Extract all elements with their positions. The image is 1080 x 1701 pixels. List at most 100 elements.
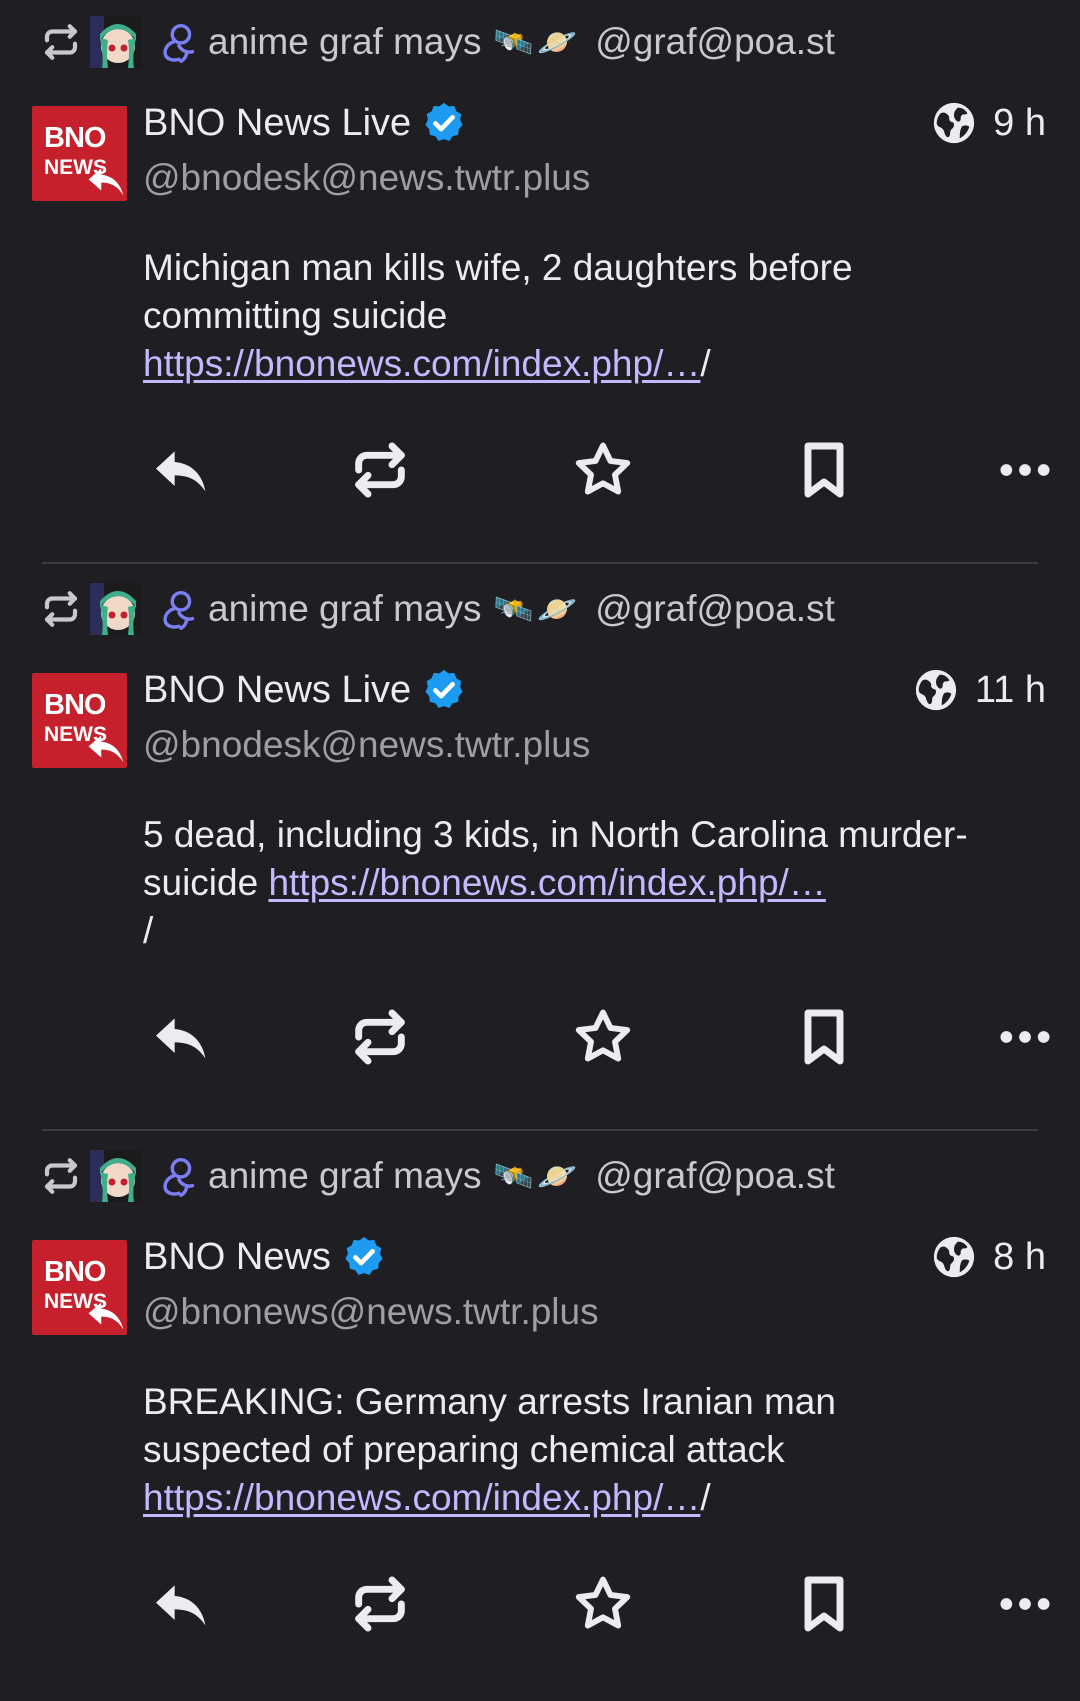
reply-icon bbox=[156, 1018, 206, 1059]
boost-header[interactable]: anime graf mays 🛰️ 🪐 @graf@poa.st bbox=[40, 1146, 835, 1206]
booster-name: anime graf mays bbox=[208, 21, 482, 62]
status-card[interactable]: anime graf mays 🛰️ 🪐 @graf@poa.st BNO NE… bbox=[0, 0, 1080, 567]
boost-icon bbox=[355, 442, 405, 498]
post-meta[interactable]: 11 h bbox=[913, 667, 1046, 713]
reply-button[interactable] bbox=[140, 997, 220, 1077]
favourite-button[interactable] bbox=[563, 997, 643, 1077]
author-handle[interactable]: @bnonews@news.twtr.plus bbox=[143, 1291, 599, 1333]
status-content: 5 dead, including 3 kids, in North Carol… bbox=[143, 811, 1043, 955]
status-content: BREAKING: Germany arrests Iranian man su… bbox=[143, 1378, 903, 1522]
satellite-emoji: 🛰️ bbox=[493, 1158, 534, 1194]
boost-icon bbox=[355, 1009, 405, 1065]
post-divider bbox=[42, 1129, 1038, 1131]
more-icon bbox=[1000, 1598, 1050, 1610]
verified-icon bbox=[425, 669, 463, 709]
planet-emoji: 🪐 bbox=[537, 591, 578, 627]
favourite-button[interactable] bbox=[563, 1564, 643, 1644]
favourite-icon bbox=[575, 442, 631, 495]
author-avatar[interactable]: BNO NEWS bbox=[32, 673, 127, 768]
avatar-logo-bno: BNO bbox=[44, 689, 106, 721]
action-bar bbox=[0, 997, 1080, 1077]
author-name-text: BNO News Live bbox=[143, 668, 412, 711]
boost-header[interactable]: anime graf mays 🛰️ 🪐 @graf@poa.st bbox=[40, 12, 835, 72]
status-trailing: / bbox=[700, 343, 711, 384]
author-handle[interactable]: @bnodesk@news.twtr.plus bbox=[143, 157, 590, 199]
reply-arrow-icon bbox=[88, 168, 124, 196]
verified-icon bbox=[425, 102, 463, 142]
author-name-text: BNO News bbox=[143, 1235, 331, 1278]
author-display-name[interactable]: BNO News Live bbox=[143, 667, 467, 713]
status-text: Michigan man kills wife, 2 daughters bef… bbox=[143, 247, 853, 336]
planet-emoji: 🪐 bbox=[537, 24, 578, 60]
post-meta[interactable]: 8 h bbox=[931, 1234, 1046, 1280]
boost-icon bbox=[44, 591, 78, 627]
satellite-emoji: 🛰️ bbox=[493, 591, 534, 627]
action-bar bbox=[0, 430, 1080, 510]
booster-name: anime graf mays bbox=[208, 588, 482, 629]
booster-handle: @graf@poa.st bbox=[595, 1155, 835, 1196]
author-handle[interactable]: @bnodesk@news.twtr.plus bbox=[143, 724, 590, 766]
globe-icon bbox=[915, 669, 956, 711]
reply-icon bbox=[156, 1585, 206, 1626]
avatar-logo-bno: BNO bbox=[44, 122, 106, 154]
post-time: 8 h bbox=[993, 1235, 1046, 1278]
post-time: 11 h bbox=[974, 668, 1046, 711]
satellite-emoji: 🛰️ bbox=[493, 24, 534, 60]
reply-arrow-icon bbox=[88, 1302, 124, 1330]
reply-icon bbox=[156, 451, 206, 492]
more-button[interactable] bbox=[985, 997, 1065, 1077]
favourite-icon bbox=[575, 1009, 631, 1062]
status-link[interactable]: https://bnonews.com/index.php/… bbox=[143, 343, 700, 384]
booster-name: anime graf mays bbox=[208, 1155, 482, 1196]
bookmark-icon bbox=[804, 442, 844, 498]
status-link[interactable]: https://bnonews.com/index.php/… bbox=[268, 862, 825, 903]
planet-emoji: 🪐 bbox=[537, 1158, 578, 1194]
post-meta[interactable]: 9 h bbox=[931, 100, 1046, 146]
boost-button[interactable] bbox=[340, 430, 420, 510]
reply-button[interactable] bbox=[140, 1564, 220, 1644]
reply-arrow-icon bbox=[88, 735, 124, 763]
author-display-name[interactable]: BNO News Live bbox=[143, 100, 467, 146]
booster-handle: @graf@poa.st bbox=[595, 21, 835, 62]
more-button[interactable] bbox=[985, 430, 1065, 510]
bookmark-button[interactable] bbox=[784, 430, 864, 510]
author-avatar[interactable]: BNO NEWS bbox=[32, 106, 127, 201]
action-bar bbox=[0, 1564, 1080, 1644]
bot-icon bbox=[163, 23, 195, 63]
booster-handle: @graf@poa.st bbox=[595, 588, 835, 629]
status-trailing: / bbox=[143, 910, 154, 951]
boost-header[interactable]: anime graf mays 🛰️ 🪐 @graf@poa.st bbox=[40, 579, 835, 639]
bookmark-button[interactable] bbox=[784, 1564, 864, 1644]
booster-avatar[interactable] bbox=[90, 1150, 142, 1202]
bookmark-button[interactable] bbox=[784, 997, 864, 1077]
favourite-icon bbox=[575, 1576, 631, 1629]
more-icon bbox=[1000, 1031, 1050, 1043]
globe-icon bbox=[934, 102, 975, 144]
more-icon bbox=[1000, 464, 1050, 476]
author-avatar[interactable]: BNO NEWS bbox=[32, 1240, 127, 1335]
bot-icon bbox=[163, 590, 195, 630]
status-text: BREAKING: Germany arrests Iranian man su… bbox=[143, 1381, 836, 1470]
bookmark-icon bbox=[804, 1009, 844, 1065]
boost-icon bbox=[355, 1576, 405, 1632]
status-card[interactable]: anime graf mays 🛰️ 🪐 @graf@poa.st BNO NE… bbox=[0, 567, 1080, 1134]
status-link[interactable]: https://bnonews.com/index.php/… bbox=[143, 1477, 700, 1518]
bot-icon bbox=[163, 1157, 195, 1197]
favourite-button[interactable] bbox=[563, 430, 643, 510]
globe-icon bbox=[934, 1236, 975, 1278]
booster-avatar[interactable] bbox=[90, 16, 142, 68]
author-display-name[interactable]: BNO News bbox=[143, 1234, 387, 1280]
reply-button[interactable] bbox=[140, 430, 220, 510]
avatar-logo-bno: BNO bbox=[44, 1256, 106, 1288]
post-divider bbox=[42, 562, 1038, 564]
more-button[interactable] bbox=[985, 1564, 1065, 1644]
status-trailing: / bbox=[700, 1477, 711, 1518]
status-card[interactable]: anime graf mays 🛰️ 🪐 @graf@poa.st BNO NE… bbox=[0, 1134, 1080, 1701]
boost-button[interactable] bbox=[340, 997, 420, 1077]
author-name-text: BNO News Live bbox=[143, 101, 412, 144]
boost-icon bbox=[44, 24, 78, 60]
boost-button[interactable] bbox=[340, 1564, 420, 1644]
boost-icon bbox=[44, 1158, 78, 1194]
status-content: Michigan man kills wife, 2 daughters bef… bbox=[143, 244, 963, 388]
booster-avatar[interactable] bbox=[90, 583, 142, 635]
